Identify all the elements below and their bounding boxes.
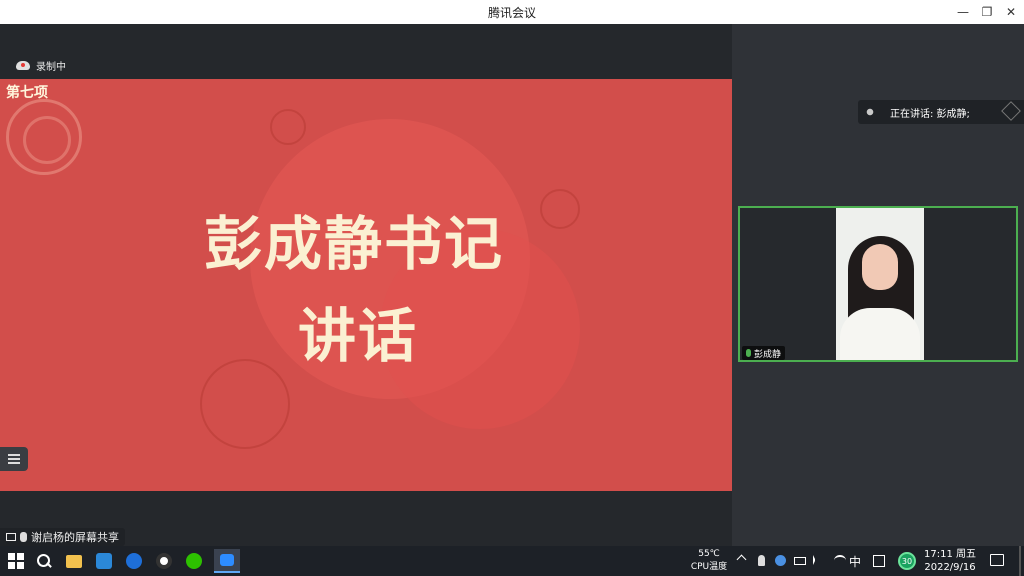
file-explorer-icon[interactable] xyxy=(66,555,82,568)
input-method-indicator[interactable]: 中 xyxy=(849,553,861,570)
participant-video-tile[interactable]: 彭成静 xyxy=(738,206,1018,362)
chevron-up-icon[interactable] xyxy=(736,554,747,565)
app-icon[interactable] xyxy=(96,553,112,569)
keyboard-grid-icon[interactable] xyxy=(873,555,885,567)
cpu-temperature[interactable]: 55℃ CPU温度 xyxy=(684,548,734,574)
clock-time: 17:11 周五 xyxy=(924,549,976,560)
volume-icon[interactable] xyxy=(813,555,815,565)
temperature-label: CPU温度 xyxy=(690,562,728,572)
window-title: 腾讯会议 xyxy=(487,6,536,20)
screen-share-status: 谢启杨的屏幕共享 xyxy=(0,528,125,546)
presentation-slide: 第七项 彭成静书记 讲话 xyxy=(0,79,732,491)
action-center-icon[interactable] xyxy=(990,554,1004,566)
windows-taskbar: 55℃ CPU温度 中 30 17:11 周五 2022/9/16 xyxy=(0,546,1024,576)
microphone-tray-icon[interactable] xyxy=(758,555,765,566)
start-icon[interactable] xyxy=(8,553,24,569)
slide-sequence-label: 第七项 xyxy=(6,85,48,101)
search-icon[interactable] xyxy=(36,553,52,569)
screen-share-area: 录制中 第七项 彭成静书记 讲话 xyxy=(0,24,732,546)
slide-headline-line1: 彭成静书记 xyxy=(203,210,504,278)
participant-name-tag: 彭成静 xyxy=(742,346,786,360)
temperature-value: 55℃ xyxy=(698,549,720,559)
microphone-icon xyxy=(20,532,27,542)
show-desktop-button[interactable] xyxy=(1019,546,1021,576)
network-app-icon[interactable] xyxy=(775,555,786,566)
floral-decoration xyxy=(270,109,306,145)
expand-icon[interactable] xyxy=(1001,101,1021,121)
system-clock[interactable]: 17:11 周五 2022/9/16 xyxy=(920,548,980,574)
list-icon xyxy=(8,454,20,464)
video-person xyxy=(862,244,898,290)
party-emblem-watermark xyxy=(6,99,82,175)
speaking-label: 正在讲话: 彭成静; xyxy=(890,108,970,120)
microphone-active-icon xyxy=(746,349,751,357)
close-button[interactable]: ✕ xyxy=(996,0,1024,24)
cloud-record-icon xyxy=(16,61,30,70)
participant-video xyxy=(836,208,924,360)
clock-date: 2022/9/16 xyxy=(924,562,976,573)
app-icon[interactable] xyxy=(156,553,172,569)
recording-label: 录制中 xyxy=(36,62,66,73)
tencent-meeting-icon[interactable] xyxy=(214,549,240,573)
browser-icon[interactable] xyxy=(126,553,142,569)
video-person xyxy=(840,308,920,360)
notification-badge[interactable]: 30 xyxy=(898,552,916,570)
slide-headline-line2: 讲话 xyxy=(297,302,418,370)
screen-share-icon xyxy=(6,533,16,541)
wechat-icon[interactable] xyxy=(186,553,202,569)
speaker-icon xyxy=(864,106,876,118)
participant-name: 彭成静 xyxy=(754,349,782,360)
recording-indicator[interactable]: 录制中 xyxy=(16,58,66,73)
battery-icon[interactable] xyxy=(794,557,806,565)
wifi-icon[interactable] xyxy=(834,555,846,566)
speaking-indicator: 正在讲话: 彭成静; xyxy=(858,100,1024,124)
window-titlebar: 腾讯会议 — ❐ ✕ xyxy=(0,0,1024,24)
screen-share-label: 谢启杨的屏幕共享 xyxy=(31,531,119,544)
slide-list-button[interactable] xyxy=(0,447,28,471)
